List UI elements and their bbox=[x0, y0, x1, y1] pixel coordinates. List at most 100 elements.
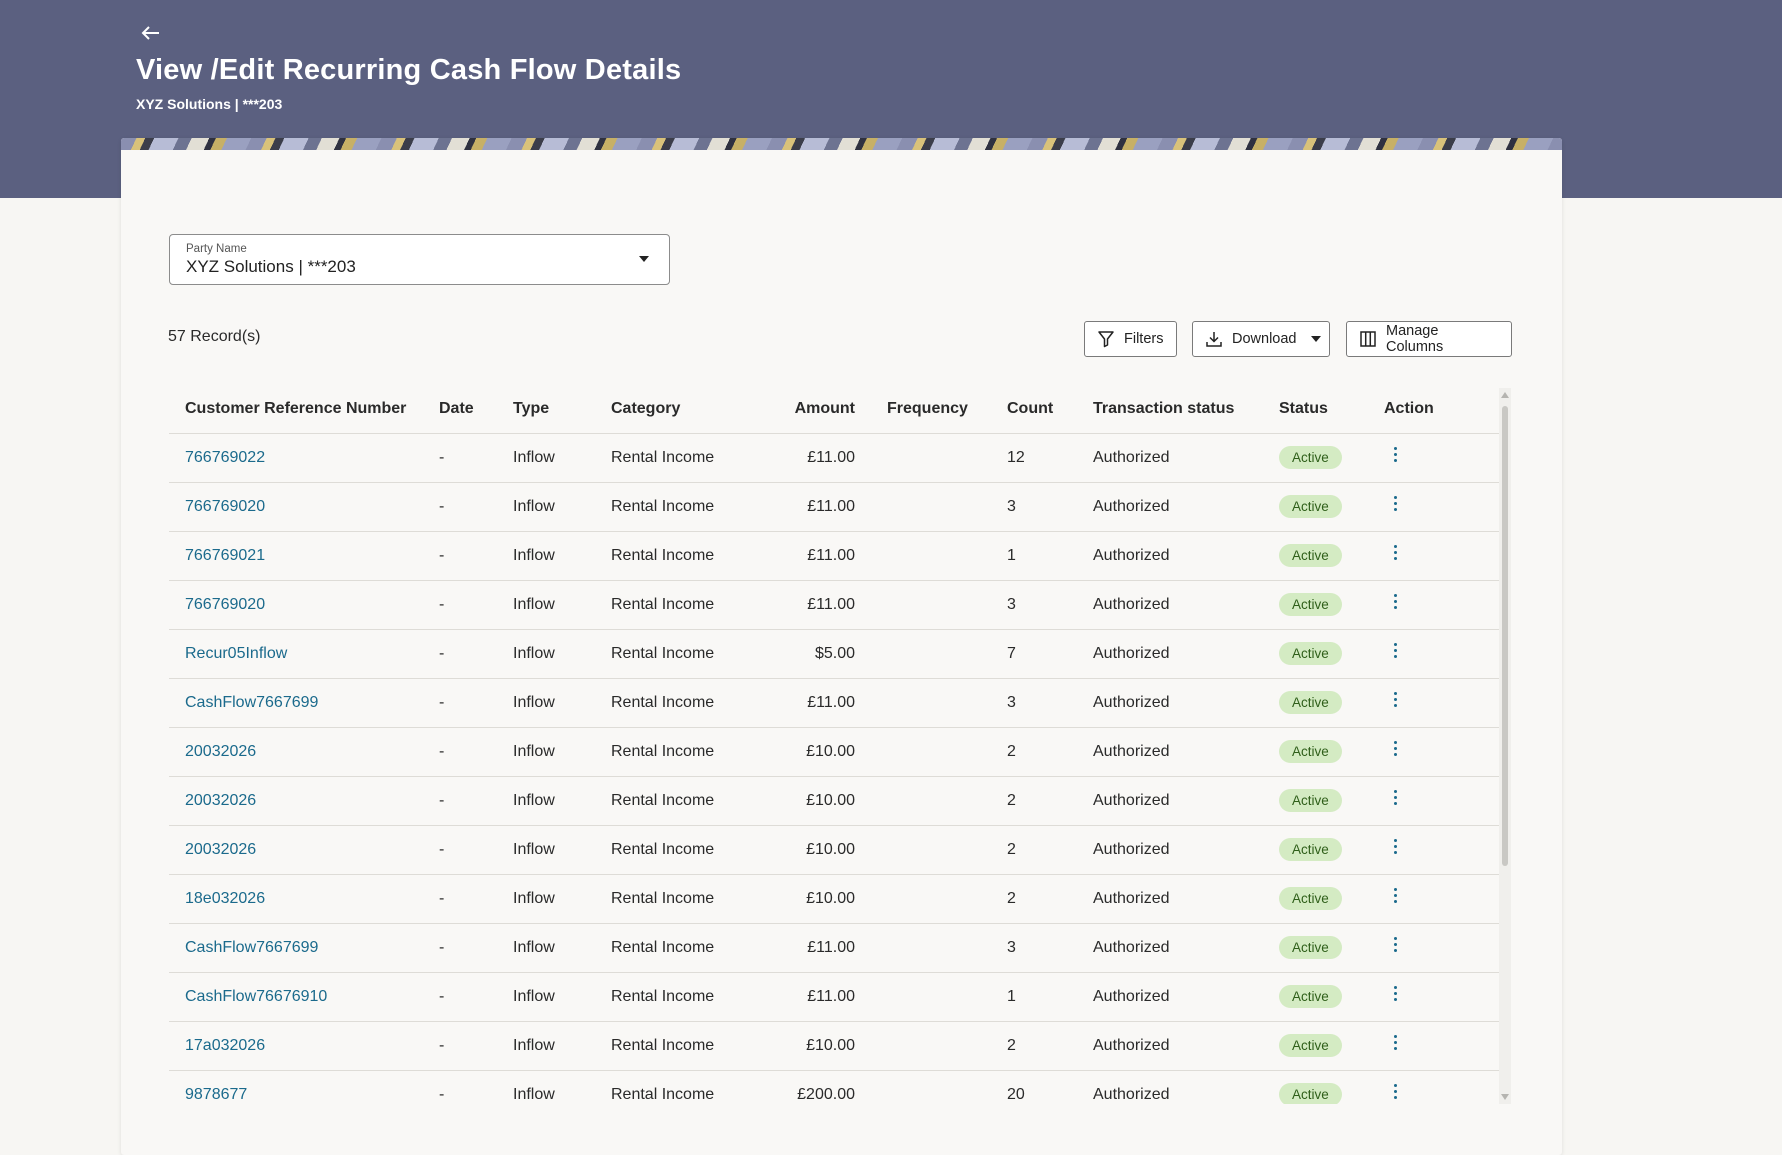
type-cell: Inflow bbox=[513, 531, 611, 581]
download-button[interactable]: Download bbox=[1192, 321, 1330, 357]
party-name-select[interactable]: Party Name XYZ Solutions | ***203 bbox=[169, 234, 670, 285]
date-cell: - bbox=[439, 972, 513, 1022]
reference-number-link[interactable]: CashFlow7667699 bbox=[185, 939, 318, 956]
column-header[interactable]: Amount bbox=[753, 386, 887, 434]
category-cell: Rental Income bbox=[611, 776, 753, 826]
more-actions-icon[interactable] bbox=[1388, 494, 1402, 514]
cash-flow-table: Customer Reference Number Date Type Cate… bbox=[169, 386, 1499, 1104]
party-name-label: Party Name bbox=[186, 243, 247, 255]
reference-number-link[interactable]: 18e032026 bbox=[185, 890, 265, 907]
type-cell: Inflow bbox=[513, 874, 611, 924]
status-badge: Active bbox=[1279, 446, 1342, 469]
frequency-cell bbox=[887, 776, 1007, 826]
type-cell: Inflow bbox=[513, 629, 611, 679]
category-cell: Rental Income bbox=[611, 727, 753, 777]
scroll-thumb[interactable] bbox=[1502, 406, 1508, 866]
date-cell: - bbox=[439, 923, 513, 973]
status-badge: Active bbox=[1279, 593, 1342, 616]
type-cell: Inflow bbox=[513, 433, 611, 483]
table-row: CashFlow7667699 - Inflow Rental Income £11.0… bbox=[169, 923, 1499, 973]
type-cell: Inflow bbox=[513, 972, 611, 1022]
reference-number-link[interactable]: CashFlow7667699 bbox=[185, 694, 318, 711]
table-row: 9878677 - Inflow Rental Income £200.00 20 Auth… bbox=[169, 1070, 1499, 1104]
status-badge: Active bbox=[1279, 1083, 1342, 1104]
filters-button[interactable]: Filters bbox=[1084, 321, 1177, 357]
table-row: 20032026 - Inflow Rental Income £10.00 2 Autho… bbox=[169, 727, 1499, 777]
status-badge: Active bbox=[1279, 936, 1342, 959]
status-badge: Active bbox=[1279, 887, 1342, 910]
scroll-down-icon[interactable] bbox=[1501, 1094, 1509, 1100]
more-actions-icon[interactable] bbox=[1388, 984, 1402, 1004]
reference-number-link[interactable]: 766769020 bbox=[185, 596, 265, 613]
reference-number-link[interactable]: 20032026 bbox=[185, 743, 256, 760]
type-cell: Inflow bbox=[513, 1021, 611, 1071]
table-header-row: Customer Reference Number Date Type Cate… bbox=[169, 386, 1499, 434]
transaction-status-cell: Authorized bbox=[1093, 678, 1279, 728]
table-row: 766769020 - Inflow Rental Income £11.00 3 Auth… bbox=[169, 482, 1499, 532]
back-arrow-icon[interactable] bbox=[140, 22, 166, 48]
amount-cell: £10.00 bbox=[753, 776, 887, 826]
more-actions-icon[interactable] bbox=[1388, 837, 1402, 857]
column-header[interactable]: Date bbox=[439, 386, 513, 434]
transaction-status-cell: Authorized bbox=[1093, 482, 1279, 532]
column-header[interactable]: Status bbox=[1279, 386, 1384, 434]
more-actions-icon[interactable] bbox=[1388, 739, 1402, 759]
column-header[interactable]: Count bbox=[1007, 386, 1093, 434]
chevron-down-icon bbox=[1310, 336, 1321, 342]
reference-number-link[interactable]: 20032026 bbox=[185, 792, 256, 809]
reference-number-link[interactable]: 766769020 bbox=[185, 498, 265, 515]
category-cell: Rental Income bbox=[611, 825, 753, 875]
type-cell: Inflow bbox=[513, 580, 611, 630]
more-actions-icon[interactable] bbox=[1388, 592, 1402, 612]
category-cell: Rental Income bbox=[611, 923, 753, 973]
status-badge: Active bbox=[1279, 495, 1342, 518]
table-body: 766769022- Inflow Rental Income £11.00 12 Aut… bbox=[169, 433, 1499, 1104]
reference-number-link[interactable]: 766769022 bbox=[185, 449, 265, 466]
frequency-cell bbox=[887, 1021, 1007, 1071]
more-actions-icon[interactable] bbox=[1388, 690, 1402, 710]
date-cell: - bbox=[439, 825, 513, 875]
more-actions-icon[interactable] bbox=[1388, 1082, 1402, 1102]
date-cell: - bbox=[439, 433, 513, 483]
more-actions-icon[interactable] bbox=[1388, 641, 1402, 661]
chevron-down-icon bbox=[639, 256, 649, 262]
date-cell: - bbox=[439, 1070, 513, 1104]
type-cell: Inflow bbox=[513, 923, 611, 973]
column-header[interactable]: Type bbox=[513, 386, 611, 434]
reference-number-link[interactable]: 9878677 bbox=[185, 1086, 247, 1103]
more-actions-icon[interactable] bbox=[1388, 445, 1402, 465]
more-actions-icon[interactable] bbox=[1388, 543, 1402, 563]
amount-cell: £10.00 bbox=[753, 1021, 887, 1071]
column-header[interactable]: Transaction status bbox=[1093, 386, 1279, 434]
manage-columns-button[interactable]: Manage Columns bbox=[1346, 321, 1512, 357]
more-actions-icon[interactable] bbox=[1388, 935, 1402, 955]
frequency-cell bbox=[887, 874, 1007, 924]
table-scrollbar[interactable] bbox=[1499, 388, 1511, 1104]
amount-cell: £11.00 bbox=[753, 580, 887, 630]
reference-number-link[interactable]: 20032026 bbox=[185, 841, 256, 858]
more-actions-icon[interactable] bbox=[1388, 788, 1402, 808]
frequency-cell bbox=[887, 433, 1007, 483]
column-header[interactable]: Customer Reference Number bbox=[169, 386, 439, 434]
content-card: Party Name XYZ Solutions | ***203 57 Rec… bbox=[121, 138, 1562, 1155]
type-cell: Inflow bbox=[513, 776, 611, 826]
reference-number-link[interactable]: CashFlow76676910 bbox=[185, 988, 327, 1005]
scroll-up-icon[interactable] bbox=[1501, 392, 1509, 398]
table-row: 20032026 - Inflow Rental Income £10.00 2 Autho… bbox=[169, 825, 1499, 875]
column-header[interactable]: Category bbox=[611, 386, 753, 434]
reference-number-link[interactable]: 766769021 bbox=[185, 547, 265, 564]
status-badge: Active bbox=[1279, 691, 1342, 714]
reference-number-link[interactable]: Recur05Inflow bbox=[185, 645, 287, 662]
manage-columns-label: Manage Columns bbox=[1386, 323, 1444, 355]
count-cell: 2 bbox=[1007, 1021, 1093, 1071]
type-cell: Inflow bbox=[513, 678, 611, 728]
transaction-status-cell: Authorized bbox=[1093, 1070, 1279, 1104]
status-badge: Active bbox=[1279, 740, 1342, 763]
more-actions-icon[interactable] bbox=[1388, 886, 1402, 906]
count-cell: 3 bbox=[1007, 678, 1093, 728]
column-header[interactable]: Frequency bbox=[887, 386, 1007, 434]
more-actions-icon[interactable] bbox=[1388, 1033, 1402, 1053]
transaction-status-cell: Authorized bbox=[1093, 433, 1279, 483]
count-cell: 1 bbox=[1007, 531, 1093, 581]
reference-number-link[interactable]: 17a032026 bbox=[185, 1037, 265, 1054]
